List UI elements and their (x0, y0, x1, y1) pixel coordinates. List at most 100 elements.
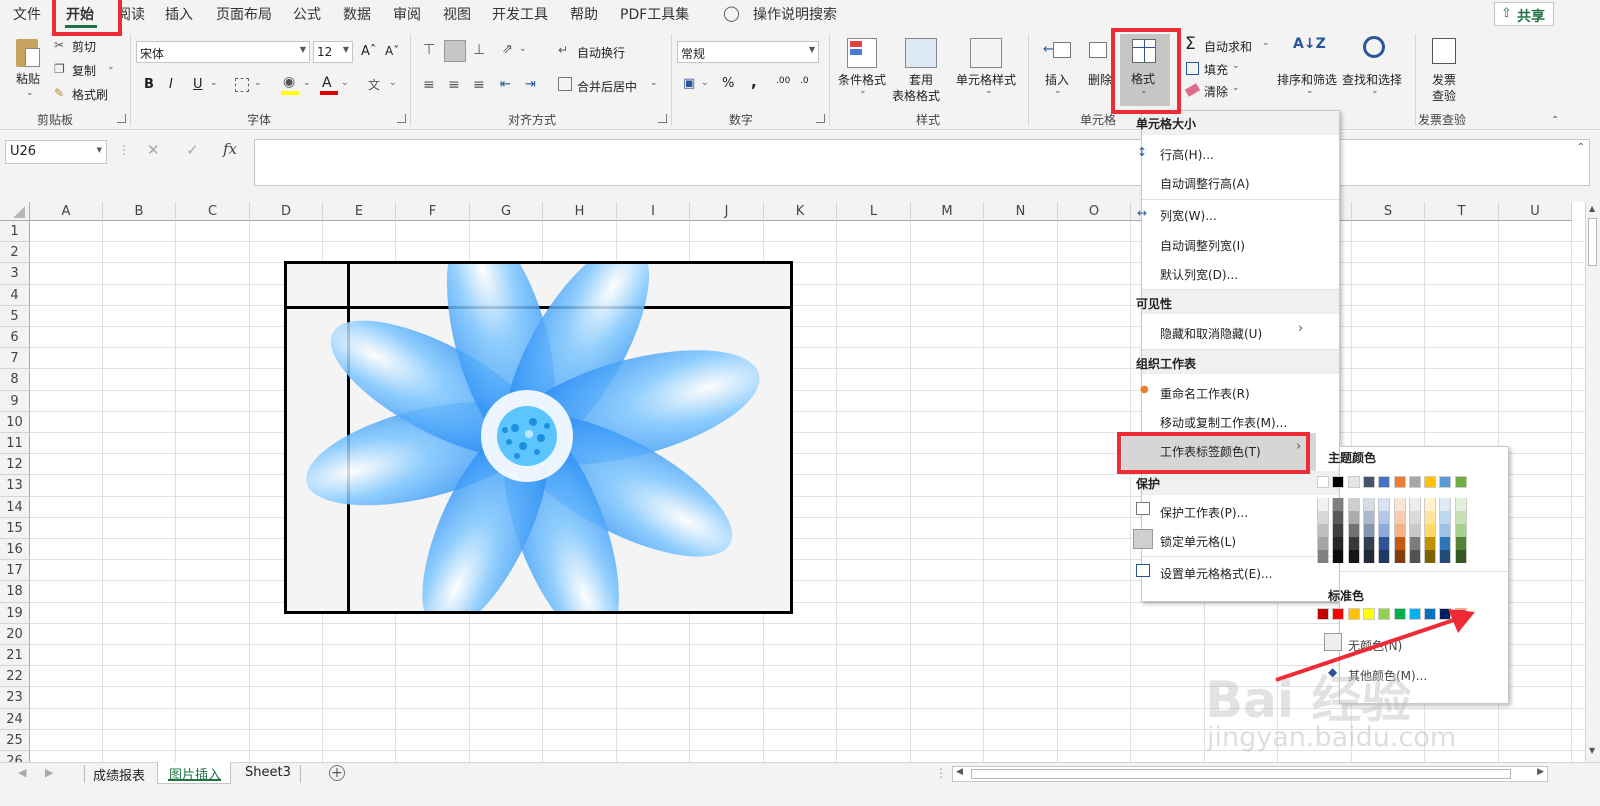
format-painter-button[interactable]: 格式刷 (72, 86, 108, 103)
theme-shade-swatch[interactable] (1424, 524, 1436, 537)
prev-sheet-icon[interactable]: ◀ (18, 766, 26, 779)
row-header-1[interactable]: 1 (0, 221, 30, 242)
tab-view[interactable]: 视图 (443, 4, 471, 24)
align-bottom-icon[interactable]: ⊥ (473, 42, 485, 58)
tab-developer[interactable]: 开发工具 (492, 4, 548, 24)
currency-dropdown-arrow[interactable]: ⌄ (701, 78, 709, 88)
column-header-S[interactable]: S (1352, 202, 1425, 221)
increase-indent-icon[interactable]: ⇥ (525, 77, 536, 92)
theme-shade-swatch[interactable] (1394, 524, 1406, 537)
orientation-icon[interactable]: ⇗ (502, 42, 513, 57)
font-launcher-icon[interactable] (397, 114, 406, 123)
theme-color-swatch[interactable] (1332, 476, 1344, 488)
theme-shade-swatch[interactable] (1332, 550, 1344, 563)
underline-button[interactable]: U (193, 77, 203, 92)
row-header-4[interactable]: 4 (0, 285, 30, 306)
share-button[interactable]: ⇧ 共享 (1494, 2, 1554, 26)
theme-shade-swatch[interactable] (1317, 498, 1329, 511)
select-all-corner[interactable] (0, 202, 30, 221)
tab-splitter-icon[interactable]: ⋮ (935, 766, 947, 780)
theme-shade-swatch[interactable] (1317, 550, 1329, 563)
column-header-K[interactable]: K (764, 202, 837, 221)
phonetic-icon[interactable]: 文 (368, 76, 380, 93)
comma-button[interactable]: , (751, 73, 757, 91)
collapse-ribbon-icon[interactable]: ⌃ (1551, 115, 1559, 126)
column-header-F[interactable]: F (396, 202, 470, 221)
tab-review[interactable]: 审阅 (393, 4, 421, 24)
theme-color-swatch[interactable] (1409, 476, 1421, 488)
row-header-15[interactable]: 15 (0, 518, 30, 539)
theme-shade-swatch[interactable] (1378, 524, 1390, 537)
row-header-18[interactable]: 18 (0, 581, 30, 603)
row-header-10[interactable]: 10 (0, 412, 30, 433)
theme-shade-swatch[interactable] (1348, 537, 1360, 550)
conditional-dropdown-arrow[interactable]: ⌄ (859, 86, 867, 96)
merge-dropdown-arrow[interactable]: ⌄ (650, 78, 658, 88)
theme-shade-swatch[interactable] (1439, 498, 1451, 511)
vertical-scrollbar[interactable]: ▲ ▼ (1585, 202, 1600, 762)
sort-dropdown-arrow[interactable]: ⌄ (1306, 86, 1314, 96)
cancel-icon[interactable]: ✕ (147, 141, 160, 159)
column-header-U[interactable]: U (1499, 202, 1572, 221)
theme-shade-swatch[interactable] (1424, 550, 1436, 563)
theme-shade-swatch[interactable] (1332, 498, 1344, 511)
column-header-H[interactable]: H (543, 202, 617, 221)
table-format-button[interactable]: 表格格式 (892, 87, 940, 104)
align-top-icon[interactable]: ⊤ (423, 42, 435, 58)
theme-shade-swatch[interactable] (1363, 550, 1375, 563)
theme-shade-swatch[interactable] (1409, 498, 1421, 511)
row-header-8[interactable]: 8 (0, 369, 30, 391)
increase-decimal-icon[interactable]: .00 (776, 76, 790, 86)
row-header-20[interactable]: 20 (0, 624, 30, 645)
cut-button[interactable]: 剪切 (72, 38, 96, 55)
column-header-C[interactable]: C (176, 202, 250, 221)
tab-help[interactable]: 帮助 (570, 4, 598, 24)
theme-shade-swatch[interactable] (1424, 537, 1436, 550)
column-header-M[interactable]: M (911, 202, 984, 221)
menu-autofit-row[interactable]: 自动调整行高(A) (1160, 175, 1250, 192)
theme-shade-swatch[interactable] (1409, 511, 1421, 524)
theme-shade-swatch[interactable] (1439, 511, 1451, 524)
theme-shade-swatch[interactable] (1394, 550, 1406, 563)
bold-button[interactable]: B (144, 77, 154, 92)
theme-shade-swatch[interactable] (1348, 524, 1360, 537)
theme-shade-swatch[interactable] (1424, 498, 1436, 511)
scroll-up-icon[interactable]: ▲ (1589, 204, 1595, 213)
underline-dropdown-arrow[interactable]: ⌄ (210, 78, 218, 88)
align-right-icon[interactable]: ≡ (473, 77, 485, 93)
scroll-down-icon[interactable]: ▼ (1589, 746, 1595, 755)
theme-shade-swatch[interactable] (1409, 550, 1421, 563)
theme-shade-swatch[interactable] (1348, 511, 1360, 524)
theme-shade-swatch[interactable] (1378, 550, 1390, 563)
row-header-22[interactable]: 22 (0, 666, 30, 687)
scroll-right-icon[interactable]: ▶ (1537, 767, 1544, 777)
column-header-O[interactable]: O (1058, 202, 1131, 221)
theme-shade-swatch[interactable] (1317, 511, 1329, 524)
invoice-label-2[interactable]: 查验 (1432, 87, 1456, 104)
phonetic-dropdown-arrow[interactable]: ⌄ (389, 78, 397, 88)
collapse-formula-icon[interactable]: ⌃ (1577, 142, 1585, 153)
row-header-21[interactable]: 21 (0, 645, 30, 666)
theme-color-swatch[interactable] (1317, 476, 1329, 488)
theme-color-swatch[interactable] (1378, 476, 1390, 488)
theme-shade-swatch[interactable] (1332, 537, 1344, 550)
menu-hide-unhide[interactable]: 隐藏和取消隐藏(U) (1160, 325, 1262, 342)
column-header-G[interactable]: G (470, 202, 543, 221)
font-color-icon[interactable]: A (322, 75, 332, 91)
menu-autofit-column[interactable]: 自动调整列宽(I) (1160, 237, 1245, 254)
copy-dropdown-arrow[interactable]: ⌄ (107, 62, 115, 72)
decrease-indent-icon[interactable]: ⇤ (500, 77, 511, 92)
theme-color-swatch[interactable] (1439, 476, 1451, 488)
theme-shade-swatch[interactable] (1409, 537, 1421, 550)
clipboard-launcher-icon[interactable] (117, 114, 126, 123)
column-header-N[interactable]: N (984, 202, 1058, 221)
currency-icon[interactable]: ▣ (683, 76, 695, 91)
clear-dropdown-arrow[interactable]: ⌄ (1232, 83, 1240, 93)
horizontal-scrollbar[interactable]: ◀ ▶ (952, 766, 1548, 782)
invoice-icon[interactable] (1432, 38, 1456, 64)
sort-filter-icon[interactable]: A↓Z (1293, 36, 1326, 52)
row-header-19[interactable]: 19 (0, 603, 30, 624)
theme-shade-swatch[interactable] (1332, 524, 1344, 537)
table-format-icon[interactable] (905, 38, 937, 68)
autosum-dropdown-arrow[interactable]: ⌄ (1262, 38, 1270, 48)
